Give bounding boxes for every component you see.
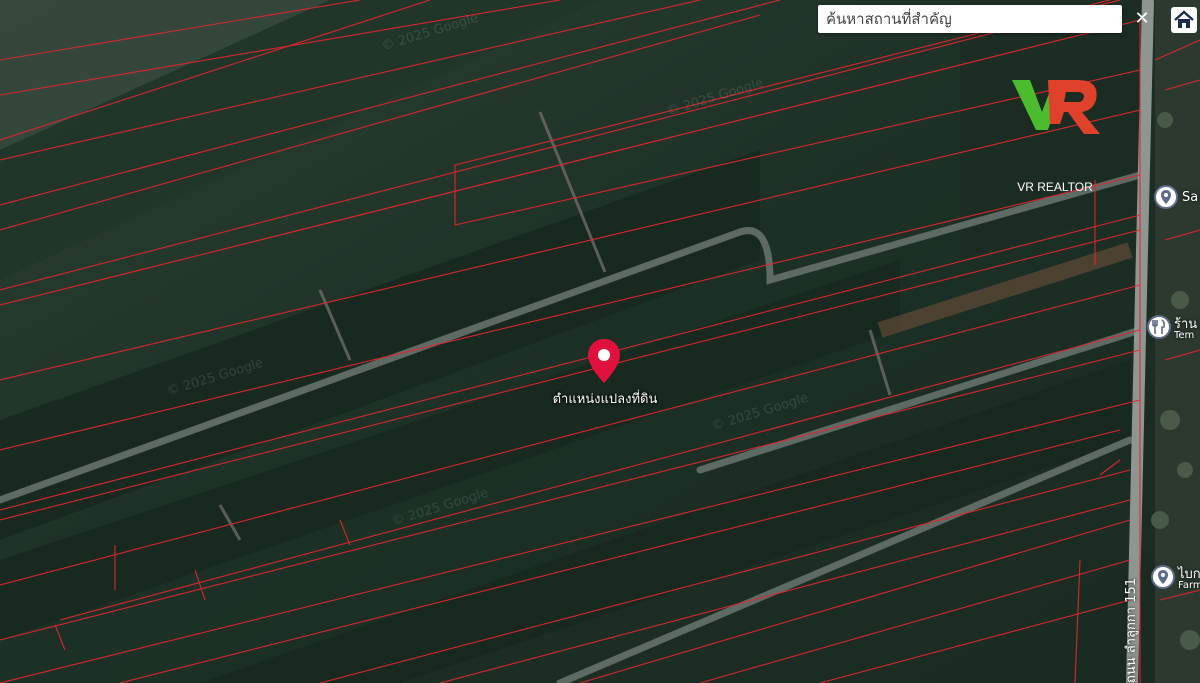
map-view[interactable]: © 2025 Google © 2025 Google © 2025 Googl… xyxy=(0,0,1200,683)
vr-realtor-logo xyxy=(1012,80,1100,134)
poi-sublabel: Tem xyxy=(1174,330,1195,341)
home-icon xyxy=(1174,10,1194,28)
road-label: ถนน ลำลูกกา 151 xyxy=(1124,578,1139,683)
search-input[interactable] xyxy=(818,5,1122,33)
pin-label: ตำแหน่งแปลงที่ดิน xyxy=(552,392,658,407)
location-pin-icon[interactable] xyxy=(1154,185,1178,209)
search-box[interactable] xyxy=(818,5,1122,33)
home-button[interactable] xyxy=(1171,7,1197,33)
location-pin-icon[interactable] xyxy=(1151,565,1175,589)
poi-label: Sa xyxy=(1182,190,1199,205)
logo-caption: VR REALTOR xyxy=(1017,180,1093,194)
poi-sublabel: Farm xyxy=(1178,580,1200,591)
map-pin-icon[interactable] xyxy=(586,337,622,385)
close-button[interactable]: ✕ xyxy=(1127,5,1157,33)
restaurant-icon[interactable] xyxy=(1147,315,1171,339)
